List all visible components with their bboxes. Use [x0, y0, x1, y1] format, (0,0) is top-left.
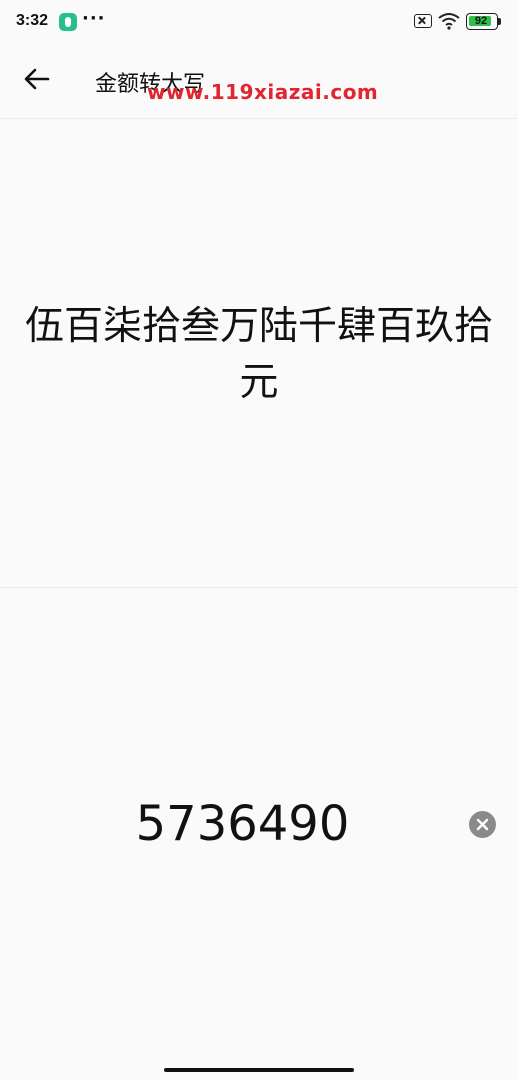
close-icon — [476, 818, 489, 831]
clear-button[interactable] — [469, 811, 496, 838]
status-bar: 3:32 ··· 92 — [0, 0, 518, 44]
result-panel: 伍百柒拾叁万陆千肆百玖拾元 — [0, 119, 518, 588]
input-panel — [0, 588, 518, 1058]
arrow-left-icon — [24, 68, 50, 90]
battery-icon: 92 — [466, 13, 498, 30]
app-bar: 金额转大写 www.119xiazai.com — [0, 44, 518, 119]
battery-level-text: 92 — [474, 15, 488, 27]
battery-tip — [498, 18, 501, 25]
status-time: 3:32 — [16, 12, 49, 29]
gesture-nav-handle[interactable] — [164, 1068, 354, 1072]
more-notifications-icon: ··· — [82, 8, 106, 29]
amount-input[interactable] — [20, 794, 465, 854]
watermark: www.119xiazai.com — [147, 80, 379, 104]
wifi-icon — [438, 13, 460, 30]
app-notification-icon — [59, 13, 77, 31]
uppercase-amount-result: 伍百柒拾叁万陆千肆百玖拾元 — [24, 304, 493, 405]
no-sim-icon — [414, 14, 432, 28]
back-button[interactable] — [16, 58, 58, 100]
